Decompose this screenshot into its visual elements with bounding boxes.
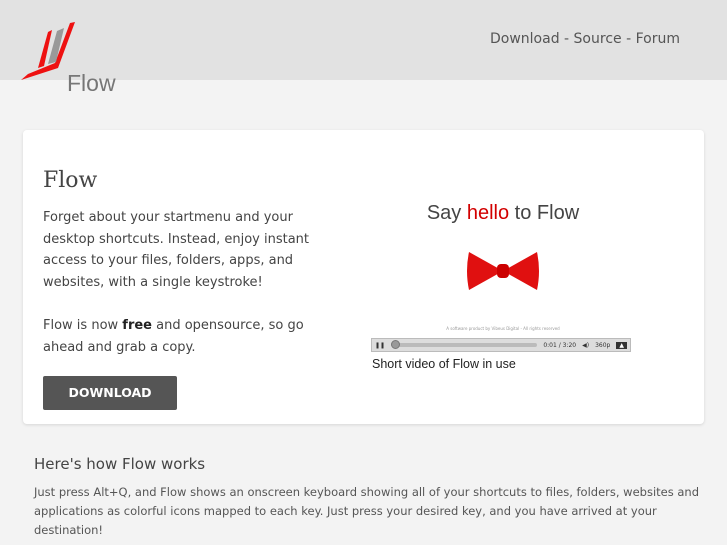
free-text-bold: free (122, 318, 152, 333)
video-seek-bar[interactable] (391, 340, 538, 349)
card-title: Flow (43, 168, 98, 193)
intro-card: Flow Forget about your startmenu and you… (23, 130, 704, 424)
video-title-pre: Say (426, 202, 467, 224)
intro-text: Forget about your startmenu and your des… (43, 210, 309, 291)
nav-download[interactable]: Download (490, 31, 560, 47)
video-title-post: to Flow (509, 202, 580, 224)
header: Flow Download - Source - Forum (0, 0, 727, 96)
quality-selector[interactable]: 360p (595, 342, 610, 349)
logo-text[interactable]: Flow (67, 70, 116, 97)
nav-source[interactable]: Source (574, 31, 622, 47)
video-caption: Short video of Flow in use (372, 357, 516, 371)
nav-separator: - (621, 31, 636, 47)
download-button[interactable]: DOWNLOAD (43, 376, 177, 410)
how-text: Just press Alt+Q, and Flow shows an onsc… (34, 485, 700, 537)
nav-forum[interactable]: Forum (636, 31, 680, 47)
pause-icon[interactable]: ❚❚ (375, 342, 385, 349)
video-player[interactable]: Say hello to Flow A software product by … (372, 188, 632, 352)
video-time: 0:01 / 3:20 (543, 341, 577, 349)
video-title: Say hello to Flow (372, 202, 634, 225)
volume-icon[interactable]: ◀) (582, 342, 589, 349)
free-text-pre: Flow is now (43, 318, 123, 333)
video-controls: ❚❚ 0:01 / 3:20 ◀) 360p ▲ (371, 338, 631, 352)
video-credit: A software product by Vibeus Digital - A… (446, 326, 560, 331)
free-text: Flow is now free and opensource, so go a… (43, 315, 343, 358)
bow-tie-icon (467, 252, 539, 290)
video-title-highlight: hello (466, 202, 510, 224)
nav-separator: - (559, 31, 574, 47)
seek-handle[interactable] (391, 340, 401, 349)
top-nav: Download - Source - Forum (490, 31, 680, 47)
fullscreen-icon[interactable]: ▲ (616, 341, 627, 349)
how-title: Here's how Flow works (34, 455, 206, 473)
